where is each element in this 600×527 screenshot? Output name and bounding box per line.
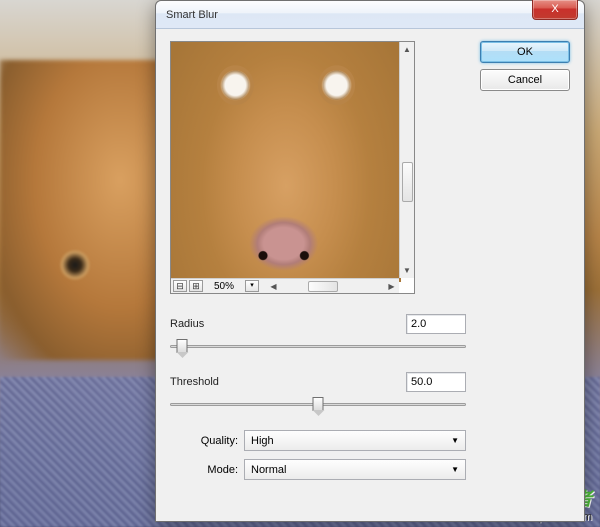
radius-label: Radius — [170, 318, 242, 330]
smart-blur-dialog: Smart Blur X ▲ ▼ ⊟ ⊞ 50% ▾ — [155, 0, 585, 522]
slider-controls: Radius Threshold Q — [170, 314, 466, 480]
mode-select[interactable]: Normal ▼ — [244, 459, 466, 480]
mode-label: Mode: — [186, 464, 238, 476]
close-icon: X — [551, 3, 558, 15]
scroll-up-icon[interactable]: ▲ — [400, 42, 414, 57]
zoom-dropdown-button[interactable]: ▾ — [245, 280, 259, 292]
button-column: OK Cancel — [480, 41, 570, 509]
chevron-down-icon: ▼ — [451, 465, 459, 474]
quality-select[interactable]: High ▼ — [244, 430, 466, 451]
zoom-controls: ⊟ ⊞ 50% ▾ — [171, 278, 266, 293]
titlebar[interactable]: Smart Blur X — [156, 1, 584, 29]
radius-slider[interactable] — [170, 338, 466, 356]
preview-area: ▲ ▼ ⊟ ⊞ 50% ▾ ◀ ▶ — [170, 41, 415, 294]
radius-input[interactable] — [406, 314, 466, 334]
mode-value: Normal — [251, 464, 286, 476]
background-dog-eye — [60, 250, 90, 280]
left-column: ▲ ▼ ⊟ ⊞ 50% ▾ ◀ ▶ Radius — [170, 41, 466, 509]
dialog-content: ▲ ▼ ⊟ ⊞ 50% ▾ ◀ ▶ Radius — [156, 29, 584, 521]
hscroll-thumb[interactable] — [308, 281, 338, 292]
quality-label: Quality: — [186, 435, 238, 447]
chevron-down-icon: ▼ — [451, 436, 459, 445]
threshold-input[interactable] — [406, 372, 466, 392]
preview-vscrollbar[interactable]: ▲ ▼ — [399, 42, 414, 278]
scroll-down-icon[interactable]: ▼ — [400, 263, 414, 278]
threshold-slider[interactable] — [170, 396, 466, 414]
close-button[interactable]: X — [532, 0, 578, 20]
threshold-label: Threshold — [170, 376, 242, 388]
scroll-right-icon[interactable]: ▶ — [384, 279, 399, 293]
preview-image[interactable] — [171, 42, 401, 282]
zoom-in-button[interactable]: ⊞ — [189, 280, 203, 292]
dialog-title: Smart Blur — [166, 9, 218, 21]
vscroll-thumb[interactable] — [402, 162, 413, 202]
preview-hscrollbar[interactable]: ◀ ▶ — [266, 278, 399, 293]
threshold-handle[interactable] — [313, 397, 324, 411]
quality-value: High — [251, 435, 274, 447]
radius-handle[interactable] — [176, 339, 187, 353]
ok-button[interactable]: OK — [480, 41, 570, 63]
radius-track — [170, 345, 466, 348]
zoom-value: 50% — [205, 281, 243, 292]
scroll-left-icon[interactable]: ◀ — [266, 279, 281, 293]
zoom-out-button[interactable]: ⊟ — [173, 280, 187, 292]
cancel-button[interactable]: Cancel — [480, 69, 570, 91]
